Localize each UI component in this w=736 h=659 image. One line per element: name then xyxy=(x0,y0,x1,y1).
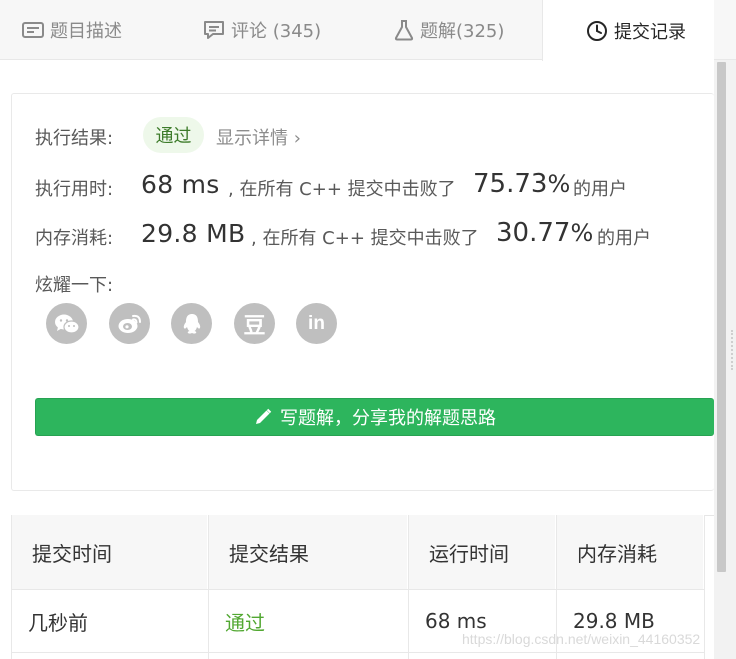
douban-glyph: 豆 xyxy=(243,313,266,339)
linkedin-icon[interactable]: in xyxy=(296,303,337,344)
runtime-label: 执行用时: xyxy=(35,179,114,200)
memory-text: , 在所有 C++ 提交中击败了 xyxy=(251,228,479,249)
memory-percent: 30.77% xyxy=(496,218,594,248)
table-header-submit-time[interactable]: 提交时间 xyxy=(12,515,208,589)
tab-label: 提交记录 xyxy=(614,21,686,43)
flask-icon xyxy=(394,19,414,41)
runtime-text: , 在所有 C++ 提交中击败了 xyxy=(228,179,456,200)
write-solution-label: 写题解，分享我的解题思路 xyxy=(280,408,496,429)
tab-label: 评论 (345) xyxy=(231,21,322,42)
pencil-icon xyxy=(254,408,272,426)
runtime-percent: 75.73% xyxy=(473,169,571,199)
table-border xyxy=(704,515,705,659)
runtime-suffix: 的用户 xyxy=(573,179,627,200)
cell-submit-time: 几秒前 xyxy=(28,610,88,635)
tab-description[interactable]: 题目描述 xyxy=(22,0,122,60)
tab-solutions[interactable]: 题解(325) xyxy=(394,0,504,60)
watermark: https://blog.csdn.net/weixin_44160352 xyxy=(462,631,701,647)
tab-comments[interactable]: 评论 (345) xyxy=(203,0,321,60)
table-divider xyxy=(11,652,705,653)
description-icon xyxy=(22,21,44,39)
qq-icon[interactable] xyxy=(171,303,212,344)
scrollbar-thumb[interactable] xyxy=(717,62,726,572)
table-header-memory[interactable]: 内存消耗 xyxy=(557,515,704,589)
memory-suffix: 的用户 xyxy=(597,228,651,249)
show-details-link[interactable]: 显示详情 › xyxy=(216,124,301,150)
weibo-icon[interactable] xyxy=(109,303,150,344)
linkedin-glyph: in xyxy=(308,312,325,334)
cell-submit-result-link[interactable]: 通过 xyxy=(209,590,408,652)
status-badge: 通过 xyxy=(143,117,204,153)
write-solution-button[interactable]: 写题解，分享我的解题思路 xyxy=(35,398,714,436)
wechat-icon[interactable] xyxy=(46,303,87,344)
clock-icon xyxy=(586,20,608,42)
memory-value: 29.8 MB xyxy=(141,219,246,248)
tab-label: 题解(325) xyxy=(420,21,505,42)
table-header-runtime[interactable]: 运行时间 xyxy=(409,515,556,589)
memory-label: 内存消耗: xyxy=(35,228,114,249)
comment-icon xyxy=(203,20,225,40)
tab-label: 题目描述 xyxy=(50,21,122,42)
table-header-submit-result[interactable]: 提交结果 xyxy=(209,515,408,589)
runtime-value: 68 ms xyxy=(141,170,220,199)
result-label: 执行结果: xyxy=(35,128,114,149)
tab-submissions[interactable]: 提交记录 xyxy=(542,0,714,61)
douban-icon[interactable]: 豆 xyxy=(234,303,275,344)
resize-handle[interactable] xyxy=(731,330,734,370)
share-label: 炫耀一下: xyxy=(35,275,114,296)
